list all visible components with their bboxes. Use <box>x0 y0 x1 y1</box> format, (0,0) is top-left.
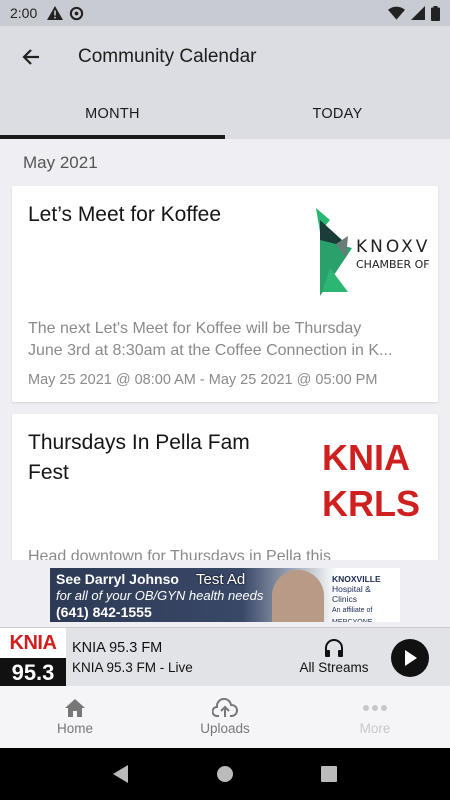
play-icon <box>405 650 417 666</box>
ad-logo-line1: KNOXVILLE <box>332 574 381 584</box>
app-bar: Community Calendar <box>0 26 450 88</box>
system-navigation-bar <box>0 748 450 800</box>
knia-krls-logo-image: KNIA KRLS <box>322 437 420 524</box>
data-saver-icon <box>70 6 84 20</box>
tab-month[interactable]: MONTH <box>0 88 225 139</box>
nav-uploads[interactable]: Uploads <box>150 686 300 748</box>
ad-logo-line3: An affiliate of MERCYONE <box>332 607 373 622</box>
tab-bar: MONTH TODAY <box>0 88 450 139</box>
all-streams-button[interactable]: All Streams <box>298 638 370 675</box>
event-thumbnail: KNIA KRLS <box>312 428 438 532</box>
month-header: May 2021 <box>23 153 98 172</box>
ad-banner[interactable]: See Darryl Johnso for all of your OB/GYN… <box>50 568 400 622</box>
ad-person-photo <box>272 570 324 622</box>
play-button[interactable] <box>391 639 429 677</box>
station-logo-bottom: 95.3 <box>0 658 66 687</box>
svg-text:KRLS: KRLS <box>322 483 420 524</box>
nav-home-label: Home <box>56 721 93 736</box>
event-description: The next Let's Meet for Koffee will be T… <box>28 318 422 362</box>
headphones-icon <box>325 639 343 657</box>
ad-hospital-logo: KNOXVILLE Hospital & Clinics An affiliat… <box>332 574 398 622</box>
nav-more[interactable]: More <box>300 686 450 748</box>
event-description-line1: The next Let's Meet for Koffee will be T… <box>28 320 362 337</box>
system-back-icon[interactable] <box>113 765 129 783</box>
more-dots-icon <box>363 705 387 711</box>
chamber-logo-image: KNOXV CHAMBER OF <box>316 208 430 296</box>
nav-more-label: More <box>359 721 391 736</box>
warning-icon <box>47 6 64 20</box>
ad-label: Test Ad <box>196 571 246 588</box>
svg-text:CHAMBER OF: CHAMBER OF <box>356 258 430 271</box>
back-button[interactable] <box>0 26 62 88</box>
event-dates: May 25 2021 @ 08:00 AM - May 25 2021 @ 0… <box>28 372 378 388</box>
station-logo-top: KNIA <box>9 631 57 654</box>
event-title: Thursdays In Pella Fam Fest <box>28 431 250 484</box>
all-streams-label: All Streams <box>299 660 369 675</box>
event-card[interactable]: Thursdays In Pella Fam Fest KNIA KRLS He… <box>12 414 438 560</box>
player-bar[interactable]: KNIA 95.3 KNIA 95.3 FM KNIA 95.3 FM - Li… <box>0 627 450 687</box>
page-title: Community Calendar <box>78 46 257 67</box>
event-title: Let’s Meet for Koffee <box>28 203 222 226</box>
nav-home[interactable]: Home <box>0 686 150 748</box>
signal-icon <box>411 6 425 20</box>
station-name: KNIA 95.3 FM <box>72 640 163 656</box>
system-recents-icon[interactable] <box>320 766 337 782</box>
cloud-upload-icon <box>212 698 238 717</box>
ad-phone: (641) 842-1555 <box>56 604 152 620</box>
tab-today[interactable]: TODAY <box>225 88 450 139</box>
battery-icon <box>431 5 440 21</box>
svg-text:KNOXV: KNOXV <box>356 237 430 257</box>
status-bar: 2:00 <box>0 0 450 26</box>
nav-uploads-label: Uploads <box>200 721 250 736</box>
arrow-back-icon <box>22 49 39 65</box>
ad-logo-line2: Hospital & Clinics <box>332 584 371 604</box>
wifi-icon <box>388 6 405 20</box>
ad-tagline: for all of your OB/GYN health needs <box>56 588 264 603</box>
event-description: Head downtown for Thursdays in Pella thi… <box>28 546 422 560</box>
event-description-line2: June 3rd at 8:30am at the Coffee Connect… <box>28 342 393 359</box>
station-logo: KNIA 95.3 <box>0 628 66 687</box>
calendar-list[interactable]: May 2021 Let’s Meet for Koffee KNOXV CHA… <box>0 139 450 560</box>
event-description-line1: Head downtown for Thursdays in Pella thi… <box>28 548 331 560</box>
event-thumbnail: KNOXV CHAMBER OF <box>312 200 438 304</box>
system-home-icon[interactable] <box>216 765 234 783</box>
home-icon <box>65 699 85 717</box>
ad-headline: See Darryl Johnso <box>56 571 179 587</box>
svg-text:KNIA: KNIA <box>322 437 410 478</box>
bottom-navigation: Home Uploads More <box>0 686 450 748</box>
station-subtitle: KNIA 95.3 FM - Live <box>72 660 193 675</box>
status-time: 2:00 <box>10 5 38 21</box>
event-card[interactable]: Let’s Meet for Koffee KNOXV CHAMBER OF T… <box>12 186 438 402</box>
